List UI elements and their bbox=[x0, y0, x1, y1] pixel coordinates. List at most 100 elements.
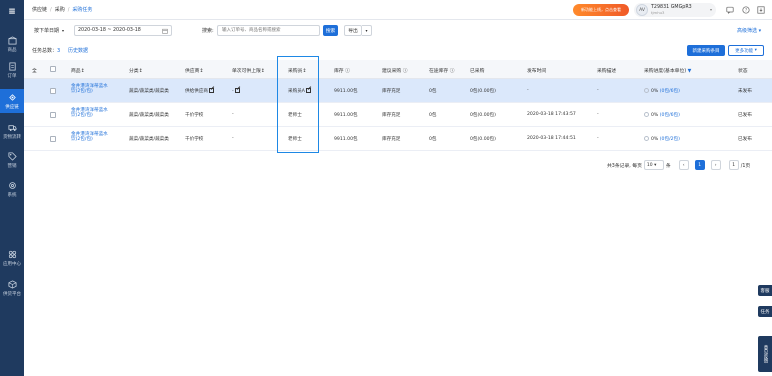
breadcrumb: 供应链 / 采购 / 采购任务 bbox=[32, 6, 93, 14]
breadcrumb-item[interactable]: 采购 bbox=[55, 6, 65, 13]
stock-cell: 9911.00包 bbox=[334, 89, 358, 94]
page-1-button[interactable]: 1 bbox=[694, 160, 705, 170]
column-header-in-transit[interactable]: 在途库存 ⓘ bbox=[429, 67, 455, 74]
truck-icon bbox=[7, 124, 17, 131]
product-link[interactable]: 金井港湾洋蒂蓝水饮(2包/包) bbox=[71, 84, 111, 95]
progress-cell: 0% (0包/6包) bbox=[644, 88, 680, 94]
row-checkbox[interactable] bbox=[50, 136, 56, 142]
sidebar-item-products[interactable]: 商品 bbox=[0, 32, 24, 56]
sidebar-item-app-center[interactable]: 应用中心 bbox=[0, 246, 24, 270]
date-range-picker[interactable]: 2020-03-18 ~ 2020-03-18 bbox=[74, 25, 172, 36]
download-icon[interactable] bbox=[756, 5, 766, 15]
sidebar-item-marketing[interactable]: 营销 bbox=[0, 148, 24, 172]
column-header-category[interactable]: 分类↕ bbox=[129, 67, 143, 74]
description-cell: - bbox=[597, 88, 599, 93]
progress-ring-icon bbox=[644, 88, 649, 93]
page-size-select[interactable]: 10 ▾ bbox=[643, 160, 664, 170]
publish-time-cell: 2020-03-18 17:43:57 bbox=[527, 112, 576, 117]
feedback-tab[interactable]: 意见反馈 bbox=[758, 336, 772, 372]
column-header-suggested[interactable]: 建议采购 ⓘ bbox=[382, 67, 408, 74]
task-tab[interactable]: 任务 bbox=[758, 306, 772, 317]
sidebar-item-orders[interactable]: 订单 bbox=[0, 58, 24, 82]
search-button[interactable]: 搜索 bbox=[323, 25, 338, 36]
column-header-stock[interactable]: 库存 ⓘ bbox=[334, 67, 350, 74]
progress-link[interactable]: (0包/6包) bbox=[660, 113, 680, 118]
row-checkbox[interactable] bbox=[50, 112, 56, 118]
column-header-limit[interactable]: 单次可供上限↕ bbox=[232, 67, 265, 74]
svg-text:?: ? bbox=[745, 8, 747, 13]
more-functions-button[interactable]: 更多功能 ▾ bbox=[728, 45, 764, 56]
filter-bar: 按下单日期 ▾ 2020-03-18 ~ 2020-03-18 搜索: 搜索 导… bbox=[24, 24, 772, 38]
progress-link[interactable]: (0包/6包) bbox=[660, 89, 680, 94]
column-header-supplier[interactable]: 供应商↕ bbox=[185, 67, 203, 74]
select-all-checkbox[interactable] bbox=[50, 66, 56, 72]
chevron-down-icon: ▾ bbox=[758, 28, 762, 34]
edit-icon[interactable] bbox=[234, 88, 240, 93]
breadcrumb-current: 采购任务 bbox=[72, 7, 93, 13]
promo-banner-button[interactable]: 新功能上线，点击查看 bbox=[573, 4, 629, 16]
purchased-cell: 0包(0.00包) bbox=[470, 113, 496, 118]
stock-cell: 9911.00包 bbox=[334, 113, 358, 118]
task-count: 任务总数：3 bbox=[32, 48, 61, 54]
history-data-link[interactable]: 历史数据 bbox=[68, 47, 88, 54]
stock-cell: 9911.00包 bbox=[334, 137, 358, 142]
sidebar-item-system[interactable]: 系统 bbox=[0, 177, 24, 201]
breadcrumb-item[interactable]: 供应链 bbox=[32, 6, 47, 13]
new-purchase-button[interactable]: 新建采购条目 bbox=[687, 45, 725, 56]
suggested-cell: 库存充足 bbox=[382, 137, 401, 142]
filter-icon[interactable]: ▼ bbox=[688, 69, 692, 74]
supplier-cell: 供给供应商 bbox=[185, 88, 214, 94]
publish-time-cell: - bbox=[527, 88, 529, 93]
supplier-cell: 千价学校 bbox=[185, 137, 204, 142]
message-icon[interactable] bbox=[725, 5, 735, 15]
user-menu[interactable]: AV T29831 GMGpR3 tjmhu3 ▾ bbox=[634, 3, 716, 17]
user-sub: tjmhu3 bbox=[651, 10, 665, 15]
customer-service-tab[interactable]: 客服 bbox=[758, 285, 772, 296]
sidebar-item-label: 货物流转 bbox=[3, 134, 21, 140]
page-jump-input[interactable]: 1 bbox=[728, 160, 739, 170]
search-label: 搜索: bbox=[202, 28, 214, 34]
sidebar-item-label: 系统 bbox=[7, 192, 17, 198]
export-dropdown-button[interactable]: ▾ bbox=[362, 25, 372, 36]
sidebar-item-label: 订单 bbox=[7, 73, 17, 79]
chevron-down-icon: ▾ bbox=[709, 7, 712, 12]
sidebar-item-supply-platform[interactable]: 供货平台 bbox=[0, 276, 24, 300]
app-root: ≡ 商品 订单 供应链 货物流转 营销 系统 应用中心 供货平台 供应链 / 采… bbox=[0, 0, 772, 376]
sidebar-item-logistics[interactable]: 货物流转 bbox=[0, 119, 24, 143]
sidebar-item-label: 供应链 bbox=[5, 104, 19, 110]
breadcrumb-separator: / bbox=[50, 6, 52, 13]
tag-icon bbox=[7, 151, 17, 161]
export-button[interactable]: 导出 bbox=[344, 25, 362, 36]
apps-icon bbox=[8, 250, 16, 258]
next-page-button[interactable]: › bbox=[710, 160, 721, 170]
column-header-buyer[interactable]: 采购员↕ bbox=[288, 67, 306, 74]
edit-icon[interactable] bbox=[208, 88, 214, 93]
table-row[interactable]: 金井港湾洋蒂蓝水饮(2包/包) 蔬菜/蔬菜类/蔬菜类 千价学校 - 老师士 99… bbox=[24, 103, 772, 127]
sidebar-item-supply-chain[interactable]: 供应链 bbox=[0, 89, 24, 113]
help-icon[interactable]: ? bbox=[741, 5, 751, 15]
row-checkbox[interactable] bbox=[50, 88, 56, 94]
table-row[interactable]: 金井港湾洋蒂蓝水饮(2包/包) 蔬菜/蔬菜类/蔬菜类 供给供应商 - 采购员A … bbox=[24, 79, 772, 103]
search-input[interactable] bbox=[217, 25, 320, 36]
date-type-select[interactable]: 按下单日期 ▾ bbox=[34, 25, 72, 36]
app-logo[interactable]: ≡ bbox=[0, 0, 24, 24]
in-transit-cell: 0包 bbox=[429, 137, 437, 142]
pagination: 共3条记录, 每页 10 ▾ 条 ‹ 1 › 1 /1页 bbox=[607, 159, 750, 171]
progress-link[interactable]: (0包/2包) bbox=[660, 137, 680, 142]
column-header-product[interactable]: 商品↕ bbox=[71, 67, 85, 74]
description-cell: - bbox=[597, 136, 599, 141]
gear-icon bbox=[8, 181, 16, 189]
prev-page-button[interactable]: ‹ bbox=[678, 160, 689, 170]
column-header-expand[interactable]: 全 bbox=[32, 67, 37, 74]
status-cell: 已发布 bbox=[738, 113, 752, 118]
column-header-publish-time: 发布时间 bbox=[527, 69, 547, 74]
product-link[interactable]: 金井港湾洋蒂蓝水饮(2包/包) bbox=[71, 132, 111, 143]
product-link[interactable]: 金井港湾洋蒂蓝水饮(2包/包) bbox=[71, 108, 111, 119]
edit-icon[interactable] bbox=[305, 88, 311, 93]
table-row[interactable]: 金井港湾洋蒂蓝水饮(2包/包) 蔬菜/蔬菜类/蔬菜类 千价学校 - 老师士 99… bbox=[24, 127, 772, 151]
column-header-progress[interactable]: 采购进度(基本单位) ▼ bbox=[644, 67, 691, 74]
advanced-filter-link[interactable]: 高级筛选 ▾ bbox=[737, 27, 761, 34]
in-transit-cell: 0包 bbox=[429, 113, 437, 118]
cube-icon bbox=[7, 279, 17, 289]
sidebar: ≡ 商品 订单 供应链 货物流转 营销 系统 应用中心 供货平台 bbox=[0, 0, 24, 376]
